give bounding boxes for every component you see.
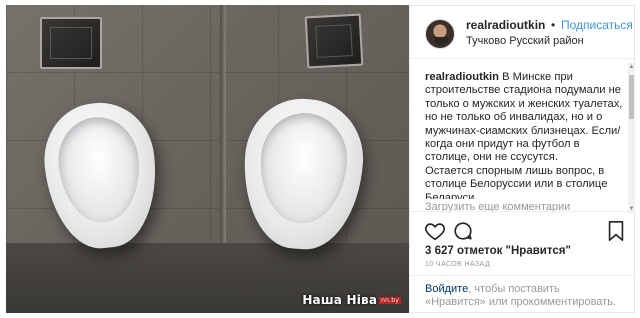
post-side-panel: realradioutkin • Подписаться Тучково Рус…	[409, 5, 636, 313]
watermark-text: Наша Ніва	[302, 293, 378, 307]
heart-icon[interactable]	[424, 220, 446, 242]
login-prompt: Войдите, чтобы поставить «Нравится» или …	[410, 275, 636, 309]
watermark-small: nn.by	[379, 297, 401, 304]
location-link[interactable]: Тучково Русский район	[466, 35, 584, 47]
post-actions: 3 627 отметок "Нравится" 10 ЧАСОВ НАЗАД …	[410, 211, 636, 311]
post-header: realradioutkin • Подписаться Тучково Рус…	[410, 5, 636, 59]
urinal-left-bowl	[54, 113, 145, 227]
caption-author[interactable]: realradioutkin	[425, 71, 499, 83]
follow-button[interactable]: Подписаться	[561, 18, 633, 32]
likes-count[interactable]: 3 627 отметок "Нравится"	[425, 245, 571, 257]
comments-scrollbar[interactable]: ▲ ▼	[628, 63, 635, 213]
caption-text-1: В Минске при строительстве стадиона поду…	[425, 71, 623, 164]
post-caption: realradioutkin В Минске при строительств…	[425, 71, 625, 199]
urinal-right-bowl	[256, 110, 351, 226]
comment-icon[interactable]	[452, 220, 474, 242]
post-timestamp: 10 ЧАСОВ НАЗАД	[425, 261, 490, 268]
scroll-up-arrow-icon[interactable]: ▲	[628, 63, 635, 71]
flush-panel-right	[304, 13, 364, 69]
scrollbar-thumb[interactable]	[629, 75, 634, 119]
flush-panel-left	[40, 17, 102, 69]
post-photo[interactable]: Наша Ніва nn.by	[6, 5, 409, 313]
header-username[interactable]: realradioutkin	[466, 18, 545, 32]
caption-text-2: Остается спорным лишь вопрос, в столице …	[425, 164, 608, 199]
photo-watermark: Наша Ніва nn.by	[302, 293, 401, 307]
avatar[interactable]	[425, 19, 455, 49]
header-separator: •	[551, 18, 556, 32]
login-link[interactable]: Войдите	[425, 283, 468, 295]
bookmark-icon[interactable]	[606, 220, 628, 242]
